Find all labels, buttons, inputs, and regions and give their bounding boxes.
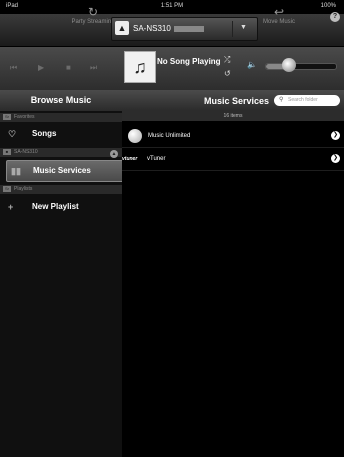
volume-knob[interactable] bbox=[282, 58, 296, 72]
album-art: ♫ bbox=[124, 51, 156, 83]
item-count: 16 items bbox=[122, 111, 344, 121]
section-favorites: Sr Favorites bbox=[0, 113, 122, 122]
device-id-redacted bbox=[173, 25, 204, 32]
sidebar-item-new-playlist[interactable]: + New Playlist bbox=[0, 197, 122, 217]
heart-icon: ♡ bbox=[8, 129, 17, 139]
shuffle-icon[interactable]: ⤮ bbox=[224, 55, 230, 65]
device-name: SA-NS310 bbox=[133, 24, 204, 33]
services-panel: Music Services ⚲ Search folder 16 items … bbox=[122, 90, 344, 457]
move-music-label: Move Music bbox=[262, 19, 295, 25]
speaker-icon: ▲ bbox=[115, 21, 129, 35]
search-input[interactable]: ⚲ Search folder bbox=[274, 95, 340, 106]
stop-icon[interactable]: ■ bbox=[66, 63, 71, 72]
volume-slider[interactable] bbox=[265, 63, 337, 70]
transport-controls: ⏮ ▶ ■ ⏭ bbox=[10, 61, 110, 77]
services-title: Music Services bbox=[204, 96, 270, 106]
browse-title: Browse Music bbox=[0, 90, 122, 111]
list-item[interactable]: vtuner vTuner ❯ bbox=[122, 148, 344, 171]
browse-panel: Browse Music Sr Favorites ♡ Songs ■ SA-NS3… bbox=[0, 90, 124, 457]
previous-icon[interactable]: ⏮ bbox=[10, 63, 17, 73]
chevron-right-icon[interactable]: ❯ bbox=[331, 131, 340, 140]
plus-icon: + bbox=[8, 202, 14, 212]
battery-label: 100% bbox=[320, 3, 336, 9]
move-music-button[interactable]: ↩ Move Music bbox=[250, 5, 308, 25]
divider bbox=[232, 21, 233, 37]
move-icon: ↩ bbox=[273, 5, 285, 19]
folder-icon: ▮▮ bbox=[11, 166, 21, 176]
list-item[interactable]: Music Unlimited ❯ bbox=[122, 125, 344, 148]
info-icon[interactable]: ? bbox=[330, 12, 340, 22]
chevron-down-icon: ▼ bbox=[240, 24, 247, 31]
play-icon[interactable]: ▶ bbox=[38, 63, 44, 72]
music-unlimited-logo bbox=[128, 129, 142, 143]
eject-icon[interactable]: ▲ bbox=[110, 150, 118, 158]
search-icon: ⚲ bbox=[279, 97, 284, 103]
volume-icon: 🔈 bbox=[247, 60, 257, 69]
section-device: ■ SA-NS310 bbox=[0, 148, 122, 157]
repeat-icon[interactable]: ↺ bbox=[224, 69, 231, 78]
sidebar-item-songs[interactable]: ♡ Songs bbox=[0, 124, 122, 144]
section-playlists: Sr Playlists bbox=[0, 185, 122, 194]
sidebar-item-music-services[interactable]: ▮▮ Music Services bbox=[6, 160, 124, 182]
now-playing-title: No Song Playing bbox=[157, 57, 221, 66]
next-icon[interactable]: ⏭ bbox=[90, 63, 97, 73]
vtuner-logo: vtuner bbox=[122, 156, 138, 162]
device-selector[interactable]: ▲ SA-NS310 ▼ bbox=[111, 17, 258, 41]
chevron-right-icon[interactable]: ❯ bbox=[331, 154, 340, 163]
